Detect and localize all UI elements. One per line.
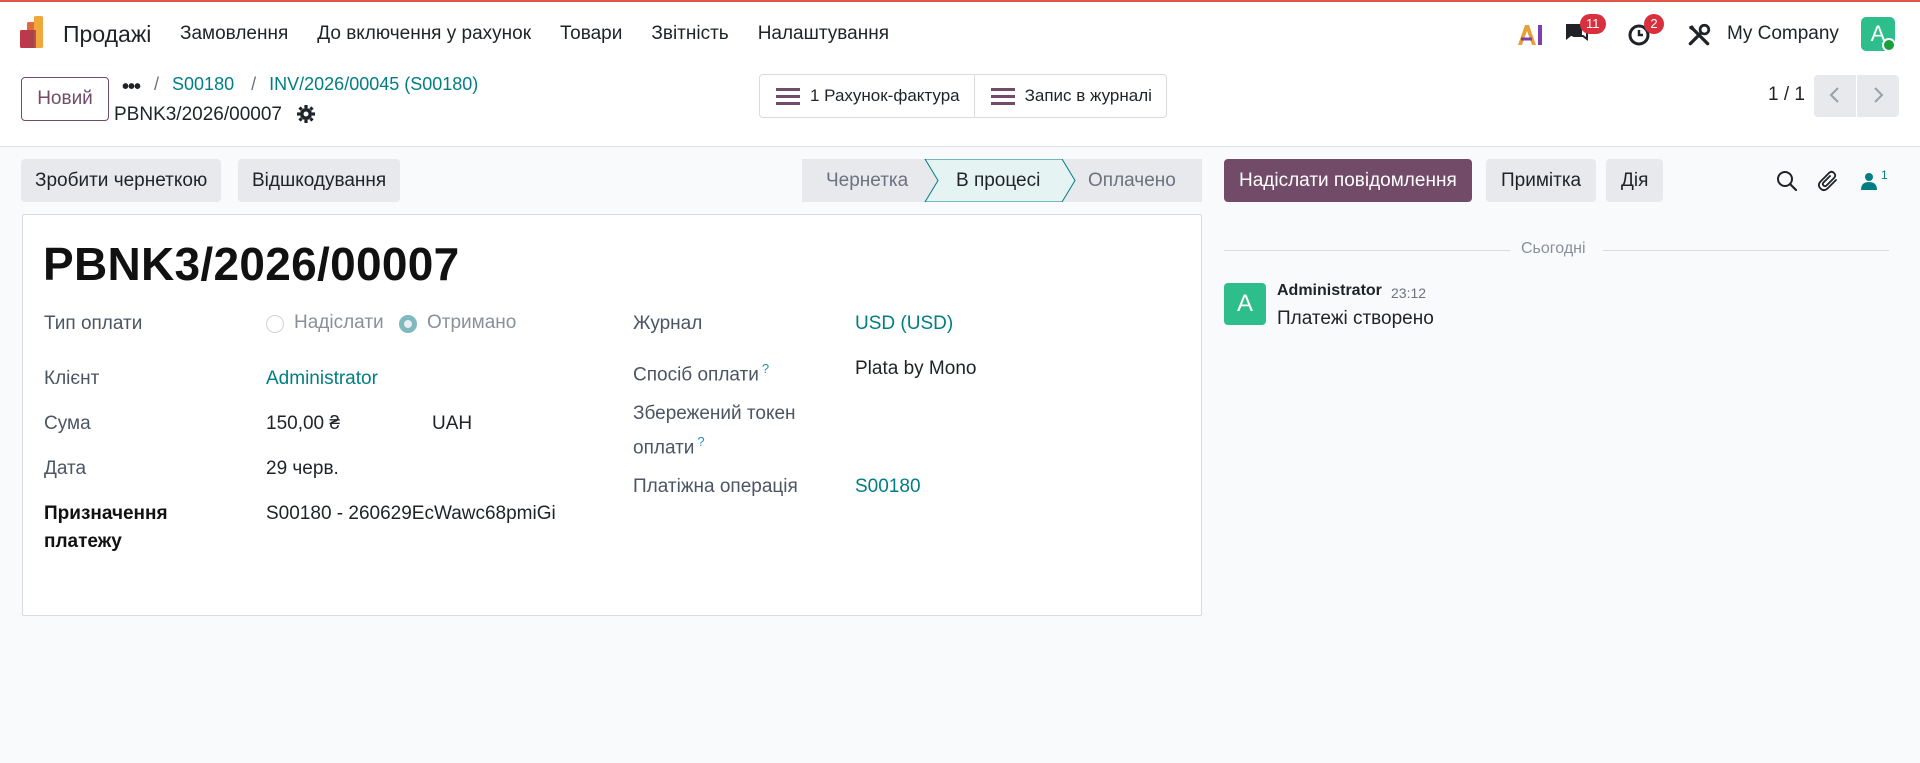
search-icon[interactable]	[1775, 169, 1799, 193]
stage-paid[interactable]: Оплачено	[1088, 170, 1176, 192]
saved-token-label-line1: Збережений токен	[633, 403, 796, 424]
menu-to-invoice[interactable]: До включення у рахунок	[317, 23, 531, 45]
breadcrumb: / S00180 / INV/2026/00045 (S00180)	[154, 74, 479, 94]
customer-link[interactable]: Administrator	[266, 368, 378, 390]
date-separator-line-left	[1224, 250, 1510, 251]
app-name[interactable]: Продажі	[63, 21, 151, 48]
paperclip-icon[interactable]	[1816, 169, 1840, 193]
help-icon[interactable]: ?	[697, 434, 704, 449]
reset-to-draft-button[interactable]: Зробити чернеткою	[21, 159, 222, 202]
new-button[interactable]: Новий	[21, 77, 109, 121]
chevron-right-icon	[1874, 86, 1884, 103]
send-message-button[interactable]: Надіслати повідомлення	[1224, 159, 1472, 202]
radio-receive[interactable]	[399, 315, 417, 333]
smart-buttons: 1 Рахунок-фактура Запис в журналі	[759, 74, 1167, 118]
help-icon[interactable]: ?	[762, 361, 769, 376]
message-body: Платежі створено	[1277, 308, 1434, 329]
payment-type-label: Тип оплати	[44, 313, 143, 334]
radio-receive-label[interactable]: Отримано	[427, 312, 516, 334]
main-menu: Замовлення До включення у рахунок Товари…	[180, 23, 918, 45]
menu-reporting[interactable]: Звітність	[651, 23, 728, 45]
date-separator: Сьогодні	[1521, 240, 1586, 257]
current-record-name: PBNK3/2026/00007	[114, 104, 282, 125]
memo-label-line2: платежу	[44, 531, 122, 552]
followers-count: 1	[1881, 168, 1888, 182]
date-value[interactable]: 29 черв.	[266, 458, 339, 480]
activities-badge: 2	[1644, 14, 1664, 34]
main-navbar: Продажі Замовлення До включення у рахуно…	[0, 0, 1920, 63]
customer-label: Клієнт	[44, 368, 100, 389]
messages-icon[interactable]: 11	[1563, 14, 1606, 47]
message-author-avatar[interactable]: A	[1224, 283, 1266, 325]
pager-previous-button[interactable]	[1814, 75, 1856, 117]
pager-value[interactable]: 1 / 1	[1768, 84, 1805, 106]
invoice-smart-label: 1 Рахунок-фактура	[810, 86, 960, 105]
menu-orders[interactable]: Замовлення	[180, 23, 288, 45]
radio-send[interactable]	[266, 315, 284, 333]
online-status-icon	[1882, 38, 1896, 52]
list-icon	[776, 88, 800, 105]
messages-badge: 11	[1580, 14, 1606, 34]
payment-method-label: Спосіб оплати?	[633, 361, 770, 386]
transaction-label: Платіжна операція	[633, 476, 798, 497]
list-icon	[990, 88, 1015, 105]
radio-send-label[interactable]: Надіслати	[294, 312, 384, 334]
saved-token-label-line2: оплати?	[633, 434, 705, 459]
journal-link[interactable]: USD (USD)	[855, 313, 953, 335]
sales-app-icon[interactable]	[20, 16, 50, 48]
tools-icon[interactable]	[1685, 22, 1713, 48]
stage-draft[interactable]: Чернетка	[826, 170, 908, 192]
menu-products[interactable]: Товари	[560, 23, 622, 45]
breadcrumb-more-icon[interactable]: •••	[122, 76, 141, 99]
followers-icon[interactable]	[1857, 169, 1881, 193]
log-note-button[interactable]: Примітка	[1486, 159, 1597, 202]
ai-icon[interactable]	[1516, 22, 1544, 48]
payment-method-value[interactable]: Plata by Mono	[855, 358, 976, 380]
gear-icon[interactable]	[296, 104, 316, 124]
journal-entry-smart-label: Запис в журналі	[1024, 86, 1152, 105]
currency-value[interactable]: UAH	[432, 413, 472, 435]
memo-value[interactable]: S00180 - 260629EcWawc68pmiGi	[266, 503, 556, 525]
invoice-smart-button[interactable]: 1 Рахунок-фактура	[760, 75, 974, 117]
refund-button[interactable]: Відшкодування	[238, 159, 401, 202]
menu-configuration[interactable]: Налаштування	[758, 23, 889, 45]
chevron-left-icon	[1829, 86, 1839, 103]
status-bar: Чернетка В процесі Оплачено	[802, 159, 1202, 202]
activities-icon[interactable]: 2	[1627, 14, 1664, 47]
activity-button[interactable]: Дія	[1606, 159, 1664, 202]
journal-label: Журнал	[633, 313, 703, 334]
amount-label: Сума	[44, 413, 91, 434]
stage-in-process[interactable]: В процесі	[956, 170, 1040, 192]
control-panel: Новий ••• / S00180 / INV/2026/00045 (S00…	[0, 63, 1920, 147]
record-title: PBNK3/2026/00007	[43, 238, 460, 290]
message-author[interactable]: Administrator	[1277, 282, 1382, 300]
breadcrumb-sale-order[interactable]: S00180	[172, 74, 234, 94]
pager-next-button[interactable]	[1857, 75, 1899, 117]
memo-label-line1: Призначення	[44, 503, 168, 524]
date-label: Дата	[44, 458, 87, 479]
message-time: 23:12	[1391, 285, 1427, 301]
form-sheet: PBNK3/2026/00007 Тип оплати Надіслати От…	[22, 214, 1202, 616]
transaction-link[interactable]: S00180	[855, 476, 921, 498]
amount-value[interactable]: 150,00 ₴	[266, 413, 340, 435]
breadcrumb-invoice[interactable]: INV/2026/00045 (S00180)	[269, 74, 478, 94]
company-switcher[interactable]: My Company	[1727, 23, 1839, 45]
journal-entry-smart-button[interactable]: Запис в журналі	[973, 75, 1166, 117]
date-separator-line-right	[1603, 250, 1889, 251]
